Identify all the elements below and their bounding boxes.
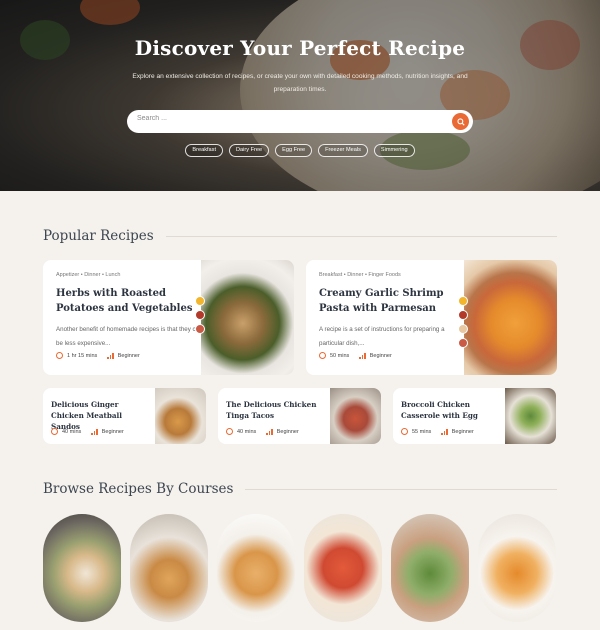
recipe-image[interactable]: [155, 388, 206, 444]
tag-icon: [458, 324, 468, 334]
recipe-description: Another benefit of homemade recipes is t…: [56, 326, 203, 347]
clock-icon: [401, 428, 408, 435]
recipe-categories: Breakfast • Dinner • Finger Foods: [319, 272, 401, 278]
recipe-level: Beginner: [451, 428, 474, 435]
popular-recipes-heading: Popular Recipes: [43, 228, 557, 244]
chip-freezer-meals[interactable]: Freezer Meals: [318, 144, 368, 157]
recipe-image[interactable]: [201, 260, 294, 375]
search-input[interactable]: [137, 115, 437, 122]
clock-icon: [56, 352, 63, 359]
recipe-card[interactable]: The Delicious Chicken Tinga Tacos: [218, 388, 381, 444]
tag-icon: [195, 296, 205, 306]
recipe-description: A recipe is a set of instructions for pr…: [319, 326, 445, 347]
course-tile[interactable]: [130, 514, 208, 622]
clock-icon: [319, 352, 326, 359]
recipe-time: 40 mins: [62, 428, 82, 435]
tag-icon: [458, 338, 468, 348]
recipe-title[interactable]: Broccoli Chicken Casserole with Egg: [401, 399, 501, 421]
recipe-tag-icons: [195, 296, 205, 334]
recipe-time: 1 hr 15 mins: [67, 352, 98, 359]
recipe-title[interactable]: Herbs with Roasted Potatoes and Vegetabl…: [56, 287, 206, 316]
recipe-card[interactable]: Delicious Ginger Chicken Meatball Sandos: [43, 388, 206, 444]
clock-icon: [226, 428, 233, 435]
category-chips: Breakfast Dairy Free Egg Free Freezer Me…: [0, 144, 600, 157]
difficulty-bars-icon: [441, 428, 448, 435]
tag-icon: [458, 310, 468, 320]
recipe-level: Beginner: [101, 428, 124, 435]
recipe-time: 40 mins: [237, 428, 257, 435]
course-tile[interactable]: [43, 514, 121, 622]
recipe-title[interactable]: Creamy Garlic Shrimp Pasta with Parmesan: [319, 287, 469, 316]
recipe-stats: 50 mins Beginner: [319, 352, 392, 359]
clock-icon: [51, 428, 58, 435]
difficulty-bars-icon: [359, 352, 366, 359]
recipe-stats: 1 hr 15 mins Beginner: [56, 352, 140, 359]
recipe-image[interactable]: [464, 260, 557, 375]
course-tile[interactable]: [478, 514, 556, 622]
chip-simmering[interactable]: Simmering: [373, 144, 415, 157]
recipe-categories: Appetizer • Dinner • Lunch: [56, 272, 121, 278]
divider: [165, 235, 557, 237]
recipe-stats: 40 mins Beginner: [51, 428, 124, 435]
hero-banner: Discover Your Perfect Recipe Explore an …: [0, 0, 600, 191]
chip-breakfast[interactable]: Breakfast: [185, 144, 224, 157]
recipe-level: Beginner: [276, 428, 299, 435]
section-title: Browse Recipes By Courses: [43, 481, 234, 497]
difficulty-bars-icon: [266, 428, 273, 435]
recipe-card[interactable]: Broccoli Chicken Casserole with Egg: [393, 388, 556, 444]
recipe-title[interactable]: The Delicious Chicken Tinga Tacos: [226, 399, 326, 421]
course-tile[interactable]: [304, 514, 382, 622]
chip-dairy-free[interactable]: Dairy Free: [229, 144, 270, 157]
course-tile[interactable]: [217, 514, 295, 622]
divider: [245, 488, 557, 490]
section-title: Popular Recipes: [43, 228, 154, 244]
tag-icon: [458, 296, 468, 306]
browse-courses-heading: Browse Recipes By Courses: [43, 481, 557, 497]
recipe-image[interactable]: [505, 388, 556, 444]
difficulty-bars-icon: [107, 352, 114, 359]
search-bar: [127, 110, 473, 133]
course-tile[interactable]: [391, 514, 469, 622]
recipe-stats: 40 mins Beginner: [226, 428, 299, 435]
hero-subtitle: Explore an extensive collection of recip…: [132, 73, 468, 93]
search-icon: [456, 117, 465, 126]
tag-icon: [195, 324, 205, 334]
recipe-level: Beginner: [117, 352, 140, 359]
tag-icon: [195, 310, 205, 320]
recipe-image[interactable]: [330, 388, 381, 444]
difficulty-bars-icon: [91, 428, 98, 435]
recipe-tag-icons: [458, 296, 468, 348]
search-button[interactable]: [452, 113, 469, 130]
chip-egg-free[interactable]: Egg Free: [275, 144, 313, 157]
recipe-level: Beginner: [369, 352, 392, 359]
hero-title: Discover Your Perfect Recipe: [134, 36, 466, 60]
recipe-time: 50 mins: [330, 352, 350, 359]
recipe-stats: 55 mins Beginner: [401, 428, 474, 435]
recipe-time: 55 mins: [412, 428, 432, 435]
